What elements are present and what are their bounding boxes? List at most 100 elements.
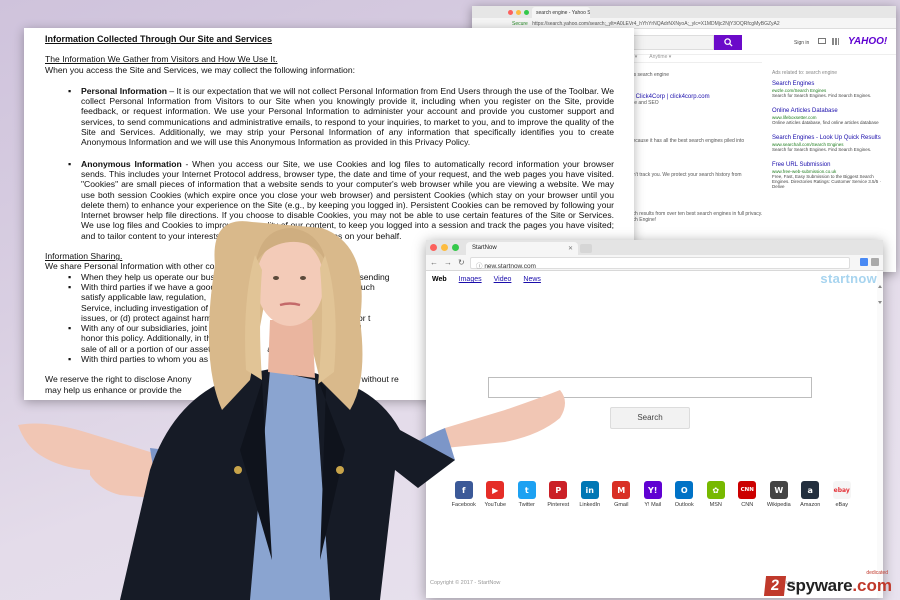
minimize-icon[interactable] bbox=[441, 244, 448, 251]
anonymous-info-text: - When you access our Site, we use Cooki… bbox=[81, 158, 614, 241]
watermark-badge: 2 bbox=[764, 576, 787, 596]
result-desc: doesn't track you. We protect your searc… bbox=[622, 172, 742, 178]
shortcut-wikipedia[interactable]: W Wikipedia bbox=[763, 481, 795, 508]
y-mail-icon: Y! bbox=[643, 481, 662, 499]
yahoo-search-input[interactable] bbox=[622, 35, 714, 50]
ad-desc: Search for Search Engines. Find Search E… bbox=[772, 93, 872, 98]
ads-sidebar: Ads related to: search engine Search Eng… bbox=[772, 70, 884, 198]
shortcut-linkedin[interactable]: in LinkedIn bbox=[574, 481, 606, 508]
msn-icon: ✿ bbox=[706, 481, 725, 499]
url-text: https://search.yahoo.com/search;_ylt=A0L… bbox=[532, 21, 780, 27]
shortcut-ebay[interactable]: ebay eBay bbox=[826, 481, 858, 508]
left-cuff bbox=[150, 448, 215, 540]
pinterest-icon: P bbox=[549, 481, 568, 499]
anonymous-info-item: Anonymous Information - When you access … bbox=[45, 159, 614, 241]
shortcut-label: Twitter bbox=[518, 502, 535, 508]
maximize-icon[interactable] bbox=[452, 244, 459, 251]
2spyware-watermark: dedicated 2 spyware .com bbox=[764, 570, 892, 596]
watermark-tag: dedicated bbox=[866, 570, 888, 576]
extension-icon[interactable] bbox=[860, 258, 868, 266]
search-button[interactable]: Search bbox=[610, 407, 690, 429]
menu-icon[interactable] bbox=[871, 258, 879, 266]
shortcut-twitter[interactable]: t Twitter bbox=[511, 481, 543, 508]
shortcut-pinterest[interactable]: P Pinterest bbox=[543, 481, 575, 508]
result-desc: Search Engine! bbox=[622, 217, 657, 223]
shortcut-gmail[interactable]: M Gmail bbox=[606, 481, 638, 508]
twitter-icon: t bbox=[517, 481, 536, 499]
shortcut-label: CNN bbox=[741, 502, 754, 508]
ad-title[interactable]: Search Engines - Look Up Quick Results bbox=[772, 134, 884, 142]
ad-item[interactable]: Free URL Submission www.free-web-submiss… bbox=[772, 161, 884, 189]
shortcut-facebook[interactable]: f Facebook bbox=[448, 481, 480, 508]
mail-icon[interactable] bbox=[818, 38, 826, 44]
shortcut-cnn[interactable]: CNN CNN bbox=[732, 481, 764, 508]
yahoo-tab-bar: search engine - Yahoo Search Results bbox=[472, 6, 896, 18]
back-arrow-icon[interactable]: ← bbox=[430, 258, 438, 267]
signin-link[interactable]: Sign in bbox=[794, 40, 809, 46]
shortcut-label: eBay bbox=[835, 502, 849, 508]
shortcut-label: Y! Mail bbox=[644, 502, 662, 508]
result-desc: ey, because it has all the best search e… bbox=[622, 138, 745, 144]
shirt bbox=[250, 370, 330, 600]
shortcut-outlook[interactable]: O Outlook bbox=[669, 481, 701, 508]
secure-label: Secure bbox=[512, 21, 528, 27]
tab-close-icon[interactable]: ✕ bbox=[568, 245, 573, 252]
search-input[interactable] bbox=[488, 377, 812, 398]
ad-title[interactable]: Free URL Submission bbox=[772, 161, 884, 169]
shortcut-msn[interactable]: ✿ MSN bbox=[700, 481, 732, 508]
url-text: new.startnow.com bbox=[484, 263, 536, 270]
scrollbar[interactable] bbox=[877, 271, 883, 598]
doc-intro: When you access the Site and Services, w… bbox=[45, 64, 356, 75]
shortcut-label: MSN bbox=[709, 502, 722, 508]
ad-desc: Free, Fast, Easy Submission to the Bigge… bbox=[772, 174, 882, 189]
left-wrist bbox=[90, 454, 185, 500]
ad-item[interactable]: Search Engines - Look Up Quick Results w… bbox=[772, 134, 884, 152]
result-item[interactable]: rch · Click4Corp | click4corp.com engine… bbox=[622, 94, 710, 106]
new-tab-button[interactable] bbox=[580, 244, 592, 253]
outlook-icon: O bbox=[675, 481, 694, 499]
personal-info-item: Personal Information – It is our expecta… bbox=[45, 86, 614, 148]
ad-desc: Online articles database, find online ar… bbox=[772, 120, 879, 125]
startnow-logo: startnow bbox=[820, 271, 877, 286]
extensions bbox=[860, 258, 879, 266]
watermark-tld: .com bbox=[852, 576, 892, 595]
close-icon[interactable] bbox=[508, 10, 513, 15]
shortcut-y-mail[interactable]: Y! Y! Mail bbox=[637, 481, 669, 508]
tab-video[interactable]: Video bbox=[494, 276, 512, 283]
ad-item[interactable]: Online Articles Database www.lifeboxsett… bbox=[772, 107, 884, 125]
yahoo-search-button[interactable] bbox=[714, 35, 742, 50]
window-controls[interactable] bbox=[430, 244, 459, 251]
yahoo-logo[interactable]: YAHOO! bbox=[848, 36, 887, 47]
personal-info-label: Personal Information bbox=[81, 85, 167, 96]
tab-bar: StartNow ✕ bbox=[426, 240, 883, 255]
apps-grid-icon[interactable] bbox=[832, 38, 839, 45]
shortcut-amazon[interactable]: a Amazon bbox=[795, 481, 827, 508]
doc-subheading: The Information We Gather from Visitors … bbox=[45, 54, 278, 65]
shortcut-label: Wikipedia bbox=[766, 502, 791, 508]
tab-startnow[interactable]: StartNow ✕ bbox=[466, 242, 578, 255]
tab-yahoo-search[interactable]: search engine - Yahoo Search Results bbox=[532, 7, 590, 18]
result-desc: engine and SEO bbox=[622, 100, 659, 106]
shortcut-label: LinkedIn bbox=[579, 502, 601, 508]
maximize-icon[interactable] bbox=[524, 10, 529, 15]
nav-anytime[interactable]: Anytime ▾ bbox=[649, 54, 671, 60]
shortcut-youtube[interactable]: ▶ YouTube bbox=[480, 481, 512, 508]
window-controls[interactable] bbox=[508, 10, 529, 15]
shortcut-label: Gmail bbox=[614, 502, 629, 508]
reload-icon[interactable]: ↻ bbox=[458, 258, 465, 267]
address-bar[interactable]: ⓘ new.startnow.com bbox=[470, 257, 850, 270]
ad-title[interactable]: Search Engines bbox=[772, 80, 884, 88]
minimize-icon[interactable] bbox=[516, 10, 521, 15]
youtube-icon: ▶ bbox=[486, 481, 505, 499]
ad-title[interactable]: Online Articles Database bbox=[772, 107, 884, 115]
forward-arrow-icon[interactable]: → bbox=[444, 258, 452, 267]
button-decor bbox=[336, 466, 344, 474]
linkedin-icon: in bbox=[580, 481, 599, 499]
tab-images[interactable]: Images bbox=[459, 276, 482, 283]
ad-item[interactable]: Search Engines ewzle.com/Search Engines … bbox=[772, 80, 884, 98]
tab-news[interactable]: News bbox=[523, 276, 541, 283]
ads-header: Ads related to: search engine bbox=[772, 70, 838, 76]
tab-web[interactable]: Web bbox=[432, 276, 447, 283]
close-icon[interactable] bbox=[430, 244, 437, 251]
shortcut-label: YouTube bbox=[484, 502, 507, 508]
